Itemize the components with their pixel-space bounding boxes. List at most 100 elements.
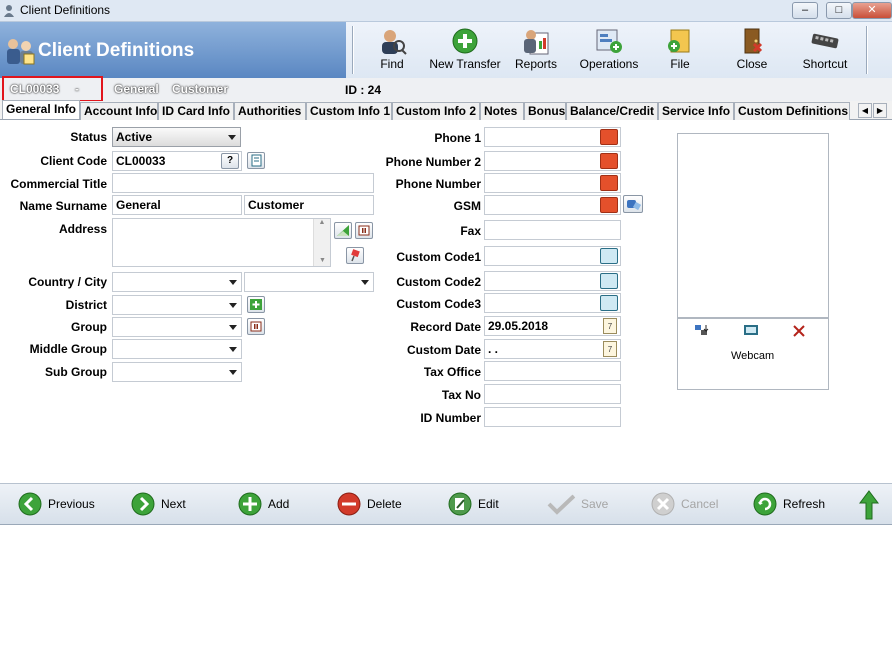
scroll-top-button[interactable]: [859, 490, 879, 520]
tab-bonus[interactable]: Bonus: [524, 102, 566, 120]
close-label: Close: [736, 57, 768, 71]
map-button[interactable]: [334, 222, 352, 239]
tab-custom-info-2[interactable]: Custom Info 2: [392, 102, 480, 120]
refresh-label: Refresh: [783, 497, 826, 511]
address-scrollbar[interactable]: ▲ ▼: [313, 219, 330, 266]
reports-button[interactable]: Reports: [512, 24, 560, 76]
custom-code3-lookup-icon[interactable]: [600, 295, 618, 311]
delete-label: Delete: [367, 497, 402, 511]
name-surname-label: Name Surname: [19, 199, 107, 213]
phone1-label: Phone 1: [434, 131, 481, 145]
photo-box[interactable]: [677, 133, 829, 318]
tab-authorities[interactable]: Authorities: [234, 102, 306, 120]
page-title: Client Definitions: [38, 40, 195, 61]
scroll-down-arrow-icon[interactable]: ▼: [314, 257, 331, 264]
tab-custom-info-1[interactable]: Custom Info 1: [306, 102, 392, 120]
document-button[interactable]: [247, 152, 265, 169]
edit-button[interactable]: Edit: [448, 490, 508, 518]
phone2-call-icon[interactable]: [600, 153, 618, 169]
sub-group-select[interactable]: [112, 362, 242, 382]
group-label: Group: [71, 320, 107, 334]
clients-icon: [4, 36, 36, 66]
custom-code1-label: Custom Code1: [396, 250, 481, 264]
find-button[interactable]: Find: [370, 24, 414, 76]
sms-button[interactable]: [623, 195, 643, 213]
next-button[interactable]: Next: [131, 490, 195, 518]
refresh-button[interactable]: Refresh: [753, 490, 833, 518]
name-field[interactable]: General: [112, 195, 242, 215]
delete-button[interactable]: Delete: [337, 490, 409, 518]
maximize-button[interactable]: □: [826, 2, 852, 19]
custom-date-calendar-icon[interactable]: 7: [603, 341, 617, 357]
tax-office-field[interactable]: [484, 361, 621, 381]
cancel-button[interactable]: Cancel: [651, 490, 721, 518]
add-button[interactable]: Add: [238, 490, 298, 518]
id-number-field[interactable]: [484, 407, 621, 427]
new-transfer-button[interactable]: New Transfer: [428, 24, 502, 76]
tab-scroll-left-button[interactable]: ◀: [858, 103, 872, 118]
custom-date-label: Custom Date: [406, 343, 481, 357]
close-button[interactable]: Close: [734, 24, 770, 76]
custom-code3-label: Custom Code3: [396, 297, 481, 311]
operations-button[interactable]: Operations: [578, 24, 640, 76]
load-photo-icon[interactable]: [694, 323, 710, 339]
address-field[interactable]: [112, 218, 331, 267]
reports-label: Reports: [514, 57, 558, 71]
id-number-label: ID Number: [420, 411, 481, 425]
gsm-call-icon[interactable]: [600, 197, 618, 213]
custom-code1-lookup-icon[interactable]: [600, 248, 618, 264]
previous-label: Previous: [48, 497, 95, 511]
tab-general-info[interactable]: General Info: [2, 100, 80, 119]
fax-label: Fax: [460, 224, 481, 238]
commercial-title-field[interactable]: [112, 173, 374, 193]
add-district-button[interactable]: [247, 296, 265, 313]
tab-custom-definitions[interactable]: Custom Definitions: [734, 102, 850, 120]
tab-id-card-info[interactable]: ID Card Info: [158, 102, 234, 120]
group-list-button[interactable]: [247, 318, 265, 335]
gsm-label: GSM: [453, 199, 481, 213]
group-select[interactable]: [112, 317, 242, 337]
country-select[interactable]: [112, 272, 242, 292]
save-button[interactable]: Save: [547, 490, 611, 518]
tab-account-info[interactable]: Account Info: [80, 102, 158, 120]
city-select[interactable]: [244, 272, 374, 292]
fax-field[interactable]: [484, 220, 621, 240]
file-button[interactable]: File: [664, 24, 696, 76]
tab-notes[interactable]: Notes: [480, 102, 524, 120]
phone-number-call-icon[interactable]: [600, 175, 618, 191]
phone1-call-icon[interactable]: [600, 129, 618, 145]
monitor-capture-icon[interactable]: [743, 324, 759, 338]
middle-group-select[interactable]: [112, 339, 242, 359]
webcam-button[interactable]: Webcam: [731, 350, 774, 362]
report-icon: [524, 30, 549, 55]
phone-number-label: Phone Number: [395, 177, 481, 191]
scroll-up-arrow-icon[interactable]: ▲: [314, 219, 330, 226]
custom-code2-label: Custom Code2: [396, 275, 481, 289]
tab-scroll-right-button[interactable]: ▶: [873, 103, 887, 118]
close-window-button[interactable]: ✕: [852, 2, 892, 19]
sub-group-label: Sub Group: [45, 365, 107, 379]
document-icon: [251, 154, 262, 167]
find-person-icon: [382, 30, 407, 55]
tab-service-info[interactable]: Service Info: [658, 102, 734, 120]
file-icon: [668, 29, 690, 53]
tax-no-field[interactable]: [484, 384, 621, 404]
record-date-calendar-icon[interactable]: 7: [603, 318, 617, 334]
custom-date-field[interactable]: . .: [484, 339, 621, 359]
tab-balance-credit[interactable]: Balance/Credit: [566, 102, 658, 120]
previous-button[interactable]: Previous: [18, 490, 98, 518]
minimize-button[interactable]: –: [792, 2, 818, 19]
status-select[interactable]: Active: [112, 127, 241, 147]
surname-field[interactable]: Customer: [244, 195, 374, 215]
plus-icon: [250, 299, 262, 310]
shortcut-button[interactable]: Shortcut: [802, 24, 848, 76]
highlight-box: [2, 76, 103, 102]
record-id: ID : 24: [345, 83, 382, 97]
keyboard-icon: [811, 33, 839, 49]
record-date-field[interactable]: 29.05.2018: [484, 316, 621, 336]
cancel-circle-icon: [651, 492, 675, 516]
client-code-help-button[interactable]: ?: [221, 153, 239, 169]
custom-code2-lookup-icon[interactable]: [600, 273, 618, 289]
delete-photo-icon[interactable]: [792, 324, 806, 338]
district-select[interactable]: [112, 295, 242, 315]
